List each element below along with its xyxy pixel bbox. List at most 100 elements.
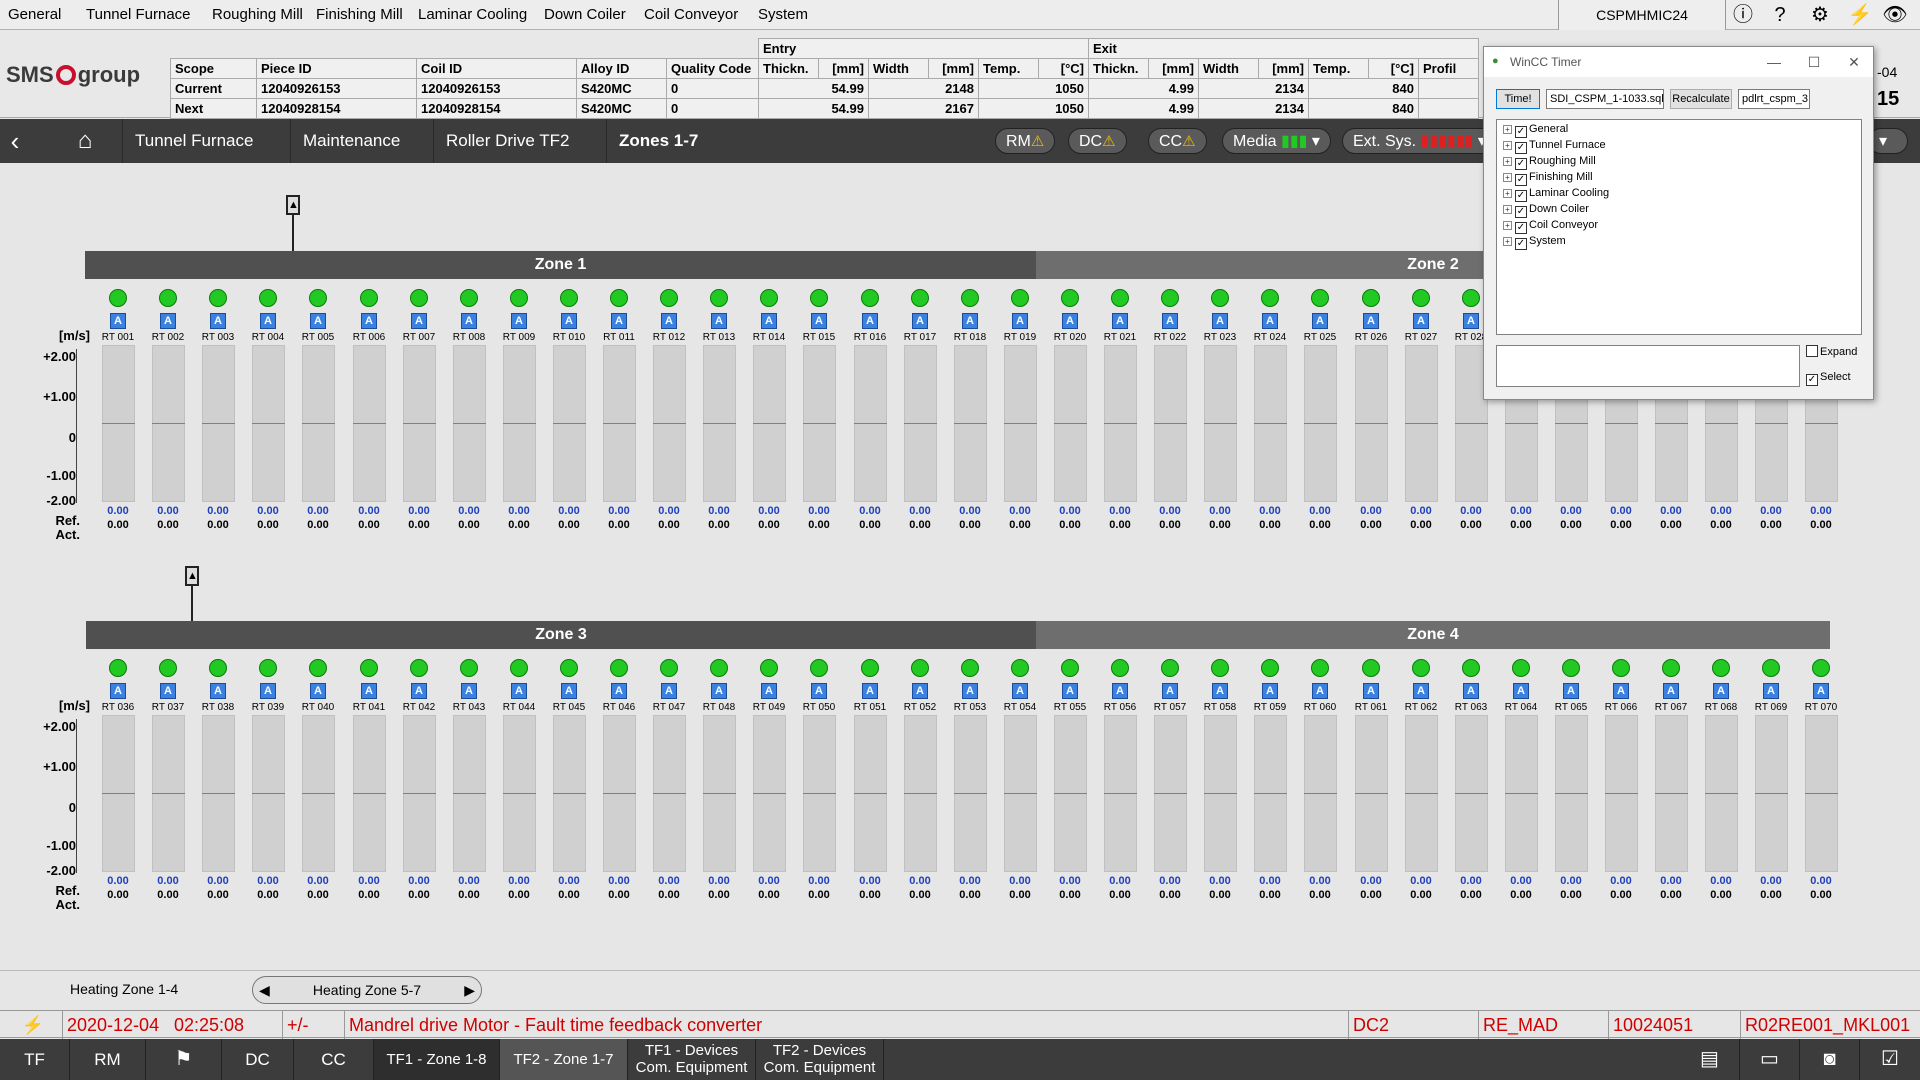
tree-item[interactable]: + ✓ Roughing Mill [1503,153,1596,170]
auto-mode-button[interactable]: A [912,683,928,699]
tab-tf2-devices[interactable]: TF2 - Devices Com. Equipment [756,1039,884,1080]
dc-status-pill[interactable]: DC⚠ [1068,128,1127,154]
auto-mode-button[interactable]: A [1212,683,1228,699]
help-icon[interactable]: ? [1765,3,1795,27]
auto-mode-button[interactable]: A [862,683,878,699]
auto-mode-button[interactable]: A [912,313,928,329]
tab-tf1-zones[interactable]: TF1 - Zone 1-8 [374,1039,500,1080]
breadcrumb-roller-drive[interactable]: Roller Drive TF2 [433,119,583,163]
auto-mode-button[interactable]: A [461,683,477,699]
maximize-icon[interactable]: ☐ [1794,47,1834,77]
lightning-icon[interactable]: ⚡ [1845,3,1875,27]
auto-mode-button[interactable]: A [1813,683,1829,699]
tab-tf1-devices[interactable]: TF1 - Devices Com. Equipment [628,1039,756,1080]
auto-mode-button[interactable]: A [1112,683,1128,699]
prev-arrow-icon[interactable]: ◀ [259,977,270,1003]
auto-mode-button[interactable]: A [110,683,126,699]
dc-button[interactable]: DC [222,1039,294,1080]
camera-icon[interactable]: ◙ [1800,1039,1860,1080]
home-icon[interactable]: ⌂ [60,119,110,163]
tab-tf2-zones[interactable]: TF2 - Zone 1-7 [500,1039,628,1080]
database-field[interactable]: pdlrt_cspm_3 [1738,89,1810,109]
menu-item-laminar-cooling[interactable]: Laminar Cooling [412,0,533,30]
auto-mode-button[interactable]: A [260,313,276,329]
auto-mode-button[interactable]: A [1413,313,1429,329]
breadcrumb-maintenance[interactable]: Maintenance [290,119,420,163]
auto-mode-button[interactable]: A [511,313,527,329]
info-icon[interactable]: ⓘ [1728,3,1758,27]
auto-mode-button[interactable]: A [110,313,126,329]
select-checkbox[interactable]: ✓ Select [1806,371,1851,386]
auto-mode-button[interactable]: A [411,683,427,699]
ext-sys-status-pill[interactable]: Ext. Sys. ▮▮▮▮▮▮ ▾ [1342,128,1497,154]
next-arrow-icon[interactable]: ▶ [464,977,475,1003]
auto-mode-button[interactable]: A [1012,683,1028,699]
auto-mode-button[interactable]: A [511,683,527,699]
auto-mode-button[interactable]: A [461,313,477,329]
minimize-icon[interactable]: — [1754,47,1794,77]
auto-mode-button[interactable]: A [561,313,577,329]
menu-item-roughing-mill[interactable]: Roughing Mill [206,0,309,30]
auto-mode-button[interactable]: A [611,683,627,699]
auto-mode-button[interactable]: A [811,313,827,329]
auto-mode-button[interactable]: A [1262,683,1278,699]
auto-mode-button[interactable]: A [1112,313,1128,329]
recalculate-button[interactable]: Recalculate [1670,89,1732,109]
back-arrow-icon[interactable]: ‹ [0,119,30,163]
auto-mode-button[interactable]: A [310,683,326,699]
auto-mode-button[interactable]: A [1363,313,1379,329]
breadcrumb-tunnel-furnace[interactable]: Tunnel Furnace [122,119,272,163]
gear-icon[interactable]: ⚙ [1805,3,1835,27]
auto-mode-button[interactable]: A [711,313,727,329]
auto-mode-button[interactable]: A [310,313,326,329]
rm-button[interactable]: RM [70,1039,146,1080]
auto-mode-button[interactable]: A [962,313,978,329]
media-status-pill[interactable]: Media ▮▮▮ ▾ [1222,128,1331,154]
auto-mode-button[interactable]: A [1463,683,1479,699]
checklist-icon[interactable]: ☑ [1860,1039,1920,1080]
expand-checkbox[interactable]: Expand [1806,345,1857,358]
close-icon[interactable]: ✕ [1834,47,1874,77]
auto-mode-button[interactable]: A [862,313,878,329]
tree-item[interactable]: + ✓ Tunnel Furnace [1503,137,1606,154]
auto-mode-button[interactable]: A [1463,313,1479,329]
lightning-icon[interactable]: ⚡ [0,1011,62,1039]
auto-mode-button[interactable]: A [561,683,577,699]
menu-item-tunnel-furnace[interactable]: Tunnel Furnace [80,0,197,30]
auto-mode-button[interactable]: A [361,313,377,329]
auto-mode-button[interactable]: A [1613,683,1629,699]
auto-mode-button[interactable]: A [411,313,427,329]
auto-mode-button[interactable]: A [1312,313,1328,329]
menu-item-system[interactable]: System [752,0,814,30]
auto-mode-button[interactable]: A [1312,683,1328,699]
menu-item-coil-conveyor[interactable]: Coil Conveyor [638,0,744,30]
auto-mode-button[interactable]: A [361,683,377,699]
monitor-icon[interactable]: ▭ [1740,1039,1800,1080]
prev-page-link[interactable]: Heating Zone 1-4 [70,981,178,997]
auto-mode-button[interactable]: A [210,683,226,699]
screen-keyboard-icon[interactable]: ▤ [1680,1039,1740,1080]
flag-icon[interactable]: ⚑ [146,1039,222,1080]
menu-item-general[interactable]: General [2,0,67,30]
auto-mode-button[interactable]: A [761,683,777,699]
auto-mode-button[interactable]: A [1763,683,1779,699]
auto-mode-button[interactable]: A [210,313,226,329]
auto-mode-button[interactable]: A [1212,313,1228,329]
alarm-line[interactable]: ⚡ 2020-12-04 02:25:08 +/- Mandrel drive … [0,1010,1920,1039]
auto-mode-button[interactable]: A [1713,683,1729,699]
auto-mode-button[interactable]: A [661,683,677,699]
auto-mode-button[interactable]: A [1262,313,1278,329]
auto-mode-button[interactable]: A [1062,313,1078,329]
extra-menu-pill[interactable]: ▾ [1868,128,1908,154]
page-selector[interactable]: ◀ Heating Zone 5-7 ▶ [252,976,482,1004]
sql-file-field[interactable]: SDI_CSPM_1-1033.sql [1546,89,1664,109]
auto-mode-button[interactable]: A [160,683,176,699]
auto-mode-button[interactable]: A [1413,683,1429,699]
breadcrumb-zones[interactable]: Zones 1-7 [606,119,726,163]
auto-mode-button[interactable]: A [260,683,276,699]
output-textarea[interactable] [1496,345,1800,387]
auto-mode-button[interactable]: A [811,683,827,699]
tf-button[interactable]: TF [0,1039,70,1080]
tree-item[interactable]: + ✓ Down Coiler [1503,201,1589,218]
tree-item[interactable]: + ✓ Finishing Mill [1503,169,1593,186]
